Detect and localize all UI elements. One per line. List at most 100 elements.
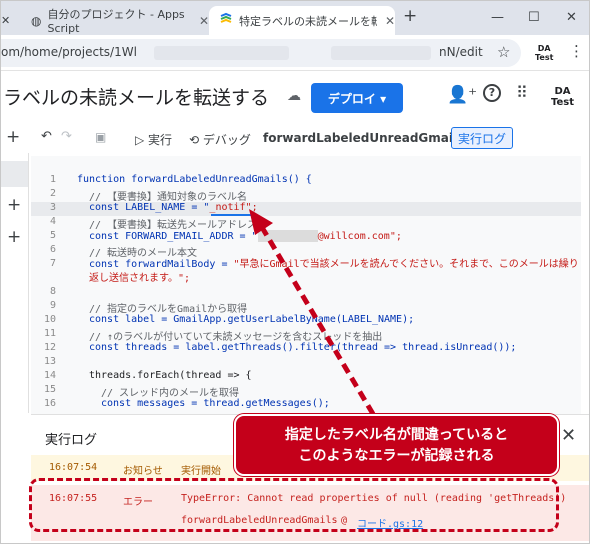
line-number: 15 — [43, 384, 56, 395]
save-icon[interactable]: ▣ — [95, 130, 106, 144]
browser-menu-icon[interactable]: ⋮ — [569, 42, 584, 60]
minimize-icon[interactable]: — — [491, 10, 504, 25]
project-title[interactable]: ラベルの未読メールを転送する — [3, 83, 269, 110]
code-text: @willcom.com"; — [317, 231, 402, 242]
close-icon[interactable]: ✕ — [199, 14, 209, 28]
add-person-icon[interactable]: 👤⁺ — [447, 85, 477, 105]
debug-button[interactable]: ⟲ デバッグ — [189, 131, 251, 148]
code-text: // 【要書換】通知対象のラベル名 — [89, 192, 248, 203]
code-line: 5 const FORWARD_EMAIL_ADDR = " @willcom.c… — [31, 230, 581, 244]
line-number: 11 — [43, 328, 56, 339]
add-file-icon[interactable]: + — [6, 127, 20, 147]
address-bar[interactable]: om/home/projects/1Wl nN/edit ☆ — [1, 39, 521, 67]
line-number: 4 — [49, 216, 56, 227]
line-number: 13 — [43, 356, 56, 367]
line-number: 7 — [49, 258, 56, 269]
new-tab-icon[interactable]: + — [403, 6, 417, 26]
tab-label: 特定ラベルの未読メールを転送する — [239, 14, 377, 28]
profile-avatar[interactable]: DA Test — [535, 44, 553, 62]
tab-projects[interactable]: ◍ 自分のプロジェクト - Apps Script ✕ — [23, 6, 209, 35]
add-library-icon[interactable]: + — [7, 195, 21, 215]
line-number: 10 — [43, 314, 56, 325]
account-avatar[interactable]: DA Test — [551, 86, 574, 108]
maximize-icon[interactable]: ☐ — [528, 10, 540, 25]
help-icon[interactable]: ? — [483, 84, 501, 102]
code-line: 7 const forwardMailBody = "早急にGmailで当該メー… — [31, 258, 581, 286]
tab-close-icon[interactable]: ✕ — [1, 6, 21, 35]
code-line: 11 // ↑のラベルが付いていて未読メッセージを含むスレッドを抽出 — [31, 328, 581, 343]
code-text: // 【要書換】転送先メールアドレス — [89, 220, 258, 231]
tab-label: 自分のプロジェクト - Apps Script — [47, 8, 185, 35]
function-select[interactable]: forwardLabeledUnreadGmails ▾ — [263, 131, 474, 145]
code-line: 16 const messages = thread.getMessages()… — [31, 398, 581, 412]
code-line: 12 const threads = label.getThreads().fi… — [31, 342, 581, 356]
code-line-current: 3 const LABEL_NAME = "_notif"; — [31, 202, 581, 216]
window-close-icon[interactable]: ✕ — [566, 10, 577, 25]
code-text: // 転送時のメール本文 — [89, 248, 198, 259]
run-button[interactable]: ▷ 実行 — [135, 131, 172, 148]
code-editor[interactable]: 1 function forwardLabeledUnreadGmails() … — [31, 156, 581, 414]
code-text: // ↑のラベルが付いていて未読メッセージを含むスレッドを抽出 — [89, 332, 383, 343]
redacted-url-part — [154, 46, 289, 60]
code-line: 15 // スレッド内のメールを取得 — [31, 384, 581, 399]
log-message: 実行開始 — [181, 466, 221, 477]
close-icon[interactable]: ✕ — [561, 425, 576, 446]
code-line: 1 function forwardLabeledUnreadGmails() … — [31, 174, 581, 188]
code-text: function forwardLabeledUnreadGmails() { — [77, 174, 312, 185]
line-number: 14 — [43, 370, 56, 381]
left-rail: + + — [1, 153, 29, 413]
code-text: // スレッド内のメールを取得 — [101, 388, 240, 399]
execution-log-button[interactable]: 実行ログ — [451, 127, 514, 149]
add-service-icon[interactable]: + — [7, 227, 21, 247]
code-text: const label = GmailApp.getUserLabelByNam… — [89, 314, 415, 325]
log-time: 16:07:54 — [49, 462, 98, 473]
globe-icon: ◍ — [31, 13, 42, 28]
code-line: 6 // 転送時のメール本文 — [31, 244, 581, 259]
code-text: threads.forEach(thread => { — [89, 370, 252, 381]
line-number: 3 — [49, 202, 56, 213]
label-name-value: _notif — [209, 202, 246, 213]
annotation-callout: 指定したラベル名が間違っていると このようなエラーが記録される — [234, 414, 559, 476]
apps-grid-icon[interactable]: ⠿ — [516, 83, 528, 102]
url-text: om/home/projects/1Wl — [1, 45, 137, 59]
line-number: 8 — [49, 286, 56, 297]
code-line: 10 const label = GmailApp.getUserLabelBy… — [31, 314, 581, 328]
selected-file-row[interactable] — [1, 161, 28, 187]
app-header: ラベルの未読メールを転送する ☁ デプロイ ▾ 👤⁺ ? ⠿ DA Test — [1, 71, 589, 123]
code-text: const FORWARD_EMAIL_ADDR = " — [89, 231, 258, 242]
line-number: 16 — [43, 398, 56, 409]
code-line: 4 // 【要書換】転送先メールアドレス — [31, 216, 581, 231]
code-text: "; — [245, 202, 258, 213]
url-tail: nN/edit — [439, 45, 483, 59]
code-line: 2 // 【要書換】通知対象のラベル名 — [31, 188, 581, 203]
redacted-url-part — [331, 46, 431, 60]
log-level: お知らせ — [123, 466, 163, 477]
code-line: 13 — [31, 356, 581, 370]
cloud-save-icon: ☁ — [287, 88, 301, 104]
redo-icon: ↷ — [61, 129, 72, 144]
redacted-email — [257, 230, 318, 242]
line-number: 5 — [49, 230, 56, 241]
line-number: 2 — [49, 188, 56, 199]
error-highlight-box — [29, 478, 559, 532]
tab-editor[interactable]: 特定ラベルの未読メールを転送する ✕ — [209, 6, 395, 35]
line-number: 9 — [49, 300, 56, 311]
code-text: const messages = thread.getMessages(); — [101, 398, 330, 409]
code-text: const LABEL_NAME = " — [89, 202, 210, 213]
line-number: 12 — [43, 342, 56, 353]
close-icon[interactable]: ✕ — [385, 14, 395, 28]
code-text: const threads = label.getThreads().filte… — [89, 342, 517, 353]
editor-toolbar: + ↶ ↷ ▣ ▷ 実行 ⟲ デバッグ forwardLabeledUnread… — [1, 123, 589, 153]
bookmark-star-icon[interactable]: ☆ — [497, 43, 510, 61]
undo-icon[interactable]: ↶ — [41, 129, 52, 144]
code-line: 9 // 指定のラベルをGmailから取得 — [31, 300, 581, 315]
callout-line-1: 指定したラベル名が間違っていると — [284, 427, 509, 443]
code-line: 14 threads.forEach(thread => { — [31, 370, 581, 384]
label-name-underline — [211, 214, 255, 216]
line-number: 6 — [49, 244, 56, 255]
log-panel-title: 実行ログ — [45, 433, 98, 448]
code-text: // 指定のラベルをGmailから取得 — [89, 304, 248, 315]
callout-line-2: このようなエラーが記録される — [298, 448, 495, 464]
browser-window: ✕ ◍ 自分のプロジェクト - Apps Script ✕ 特定ラベルの未読メー… — [0, 0, 590, 544]
deploy-button[interactable]: デプロイ ▾ — [311, 83, 403, 113]
